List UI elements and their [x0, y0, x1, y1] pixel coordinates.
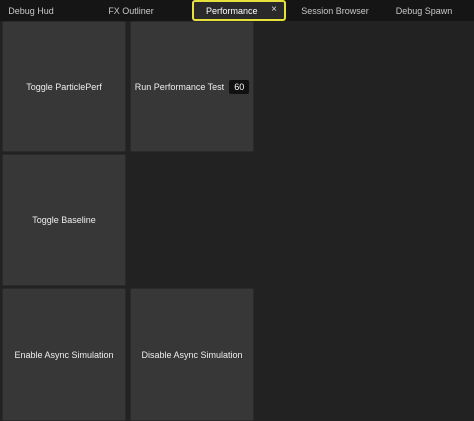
button-label: Enable Async Simulation — [14, 349, 114, 360]
tab-debug-spawn[interactable]: Debug Spawn — [392, 0, 456, 21]
tab-performance[interactable]: Performance × — [192, 0, 286, 21]
tab-label: Debug Hud — [8, 5, 54, 16]
enable-async-simulation-button[interactable]: Enable Async Simulation — [2, 288, 126, 421]
tab-bar: Debug Hud FX Outliner Performance × Sess… — [0, 0, 474, 21]
performance-panel: Toggle ParticlePerf Run Performance Test… — [0, 21, 474, 421]
tab-debug-hud[interactable]: Debug Hud — [0, 0, 62, 21]
button-label: Run Performance Test — [134, 81, 225, 92]
tab-label: Session Browser — [301, 5, 369, 16]
tab-session-browser[interactable]: Session Browser — [296, 0, 374, 21]
button-label: Toggle Baseline — [32, 215, 96, 225]
toggle-particle-perf-button[interactable]: Toggle ParticlePerf — [2, 21, 126, 152]
run-performance-test-button[interactable]: Run Performance Test 60 — [130, 21, 254, 152]
tab-label: Performance — [206, 5, 258, 16]
button-label: Disable Async Simulation — [141, 349, 243, 360]
tab-label: FX Outliner — [108, 5, 154, 16]
tab-fx-outliner[interactable]: FX Outliner — [94, 0, 168, 21]
button-label: Toggle ParticlePerf — [26, 81, 102, 92]
close-icon[interactable]: × — [271, 4, 277, 15]
tab-label: Debug Spawn — [395, 5, 453, 16]
performance-test-count-field[interactable]: 60 — [229, 79, 250, 94]
toggle-baseline-button[interactable]: Toggle Baseline — [2, 154, 126, 286]
disable-async-simulation-button[interactable]: Disable Async Simulation — [130, 288, 254, 421]
